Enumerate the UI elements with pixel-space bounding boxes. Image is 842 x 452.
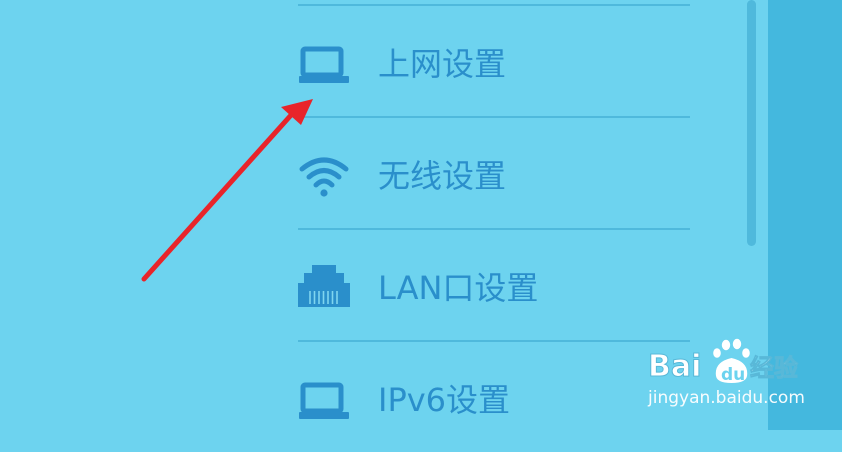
svg-text:du: du xyxy=(721,365,745,385)
watermark-domain: jingyan.baidu.com xyxy=(648,388,805,408)
svg-text:Bai: Bai xyxy=(648,349,701,384)
svg-text:经验: 经验 xyxy=(750,354,798,382)
baidu-paw-logo-icon: Bai du 经验 xyxy=(648,338,798,385)
baidu-jingyan-watermark: Bai du 经验 jingyan.baidu.com xyxy=(646,336,806,416)
